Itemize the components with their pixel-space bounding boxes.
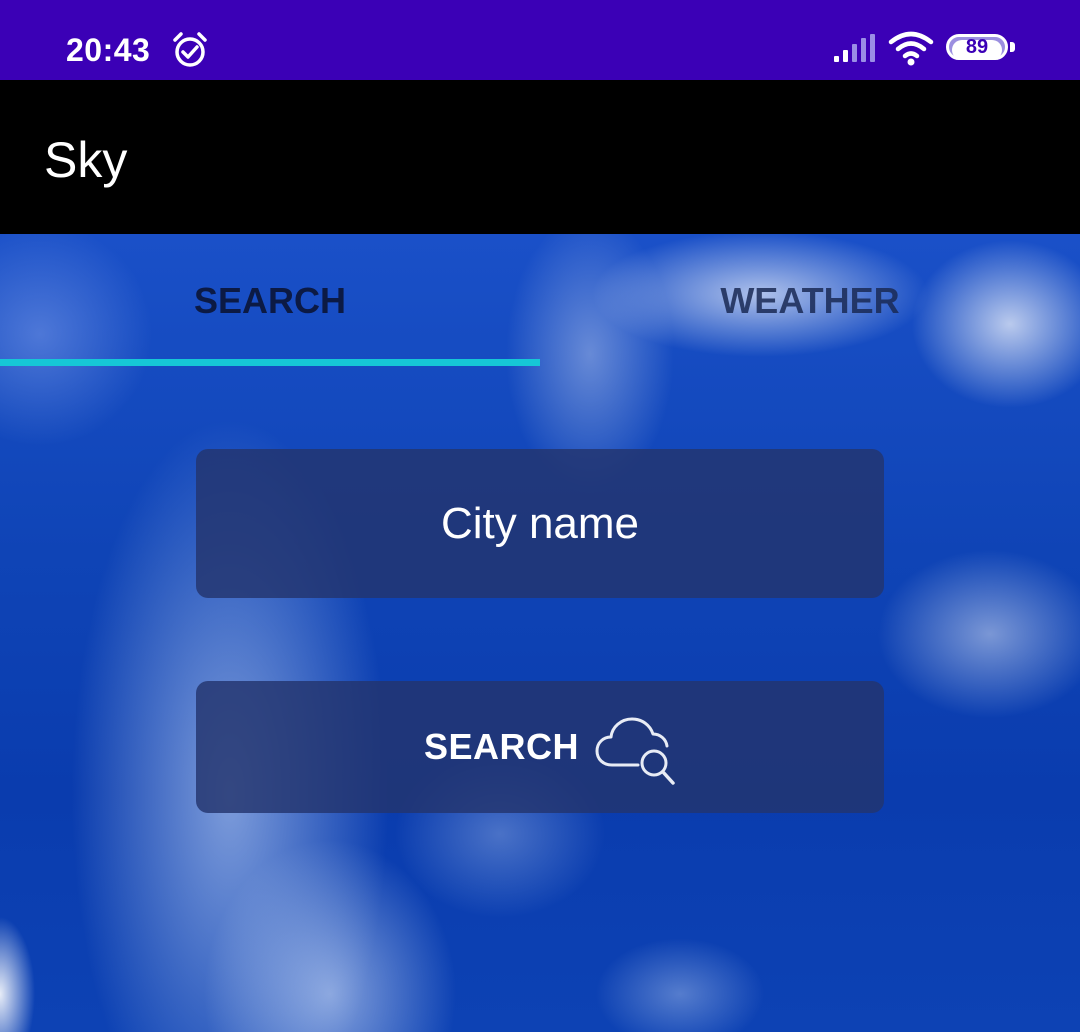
app-screen: 20:43 89 Sky SEARCH WEATHER City name SE… <box>0 0 1080 1032</box>
wifi-icon <box>888 31 934 66</box>
status-time: 20:43 <box>66 32 151 68</box>
status-bar: 20:43 89 <box>0 0 1080 80</box>
alarm-clock-icon <box>173 32 207 67</box>
cloud-search-icon <box>595 717 675 785</box>
city-name-input[interactable] <box>196 449 884 598</box>
search-button-label: SEARCH <box>424 726 580 767</box>
battery-icon: 89 <box>946 34 1016 66</box>
app-bar: Sky <box>0 80 1080 234</box>
tab-search[interactable]: SEARCH <box>0 234 540 366</box>
tab-indicator <box>0 359 540 366</box>
search-button[interactable]: SEARCH <box>196 681 884 813</box>
app-title: Sky <box>44 132 128 188</box>
battery-level: 89 <box>965 36 989 58</box>
battery-tip <box>1010 42 1015 52</box>
tab-bar: SEARCH WEATHER <box>0 234 1080 366</box>
tab-weather[interactable]: WEATHER <box>540 234 1080 366</box>
cell-signal-icon <box>834 34 875 62</box>
